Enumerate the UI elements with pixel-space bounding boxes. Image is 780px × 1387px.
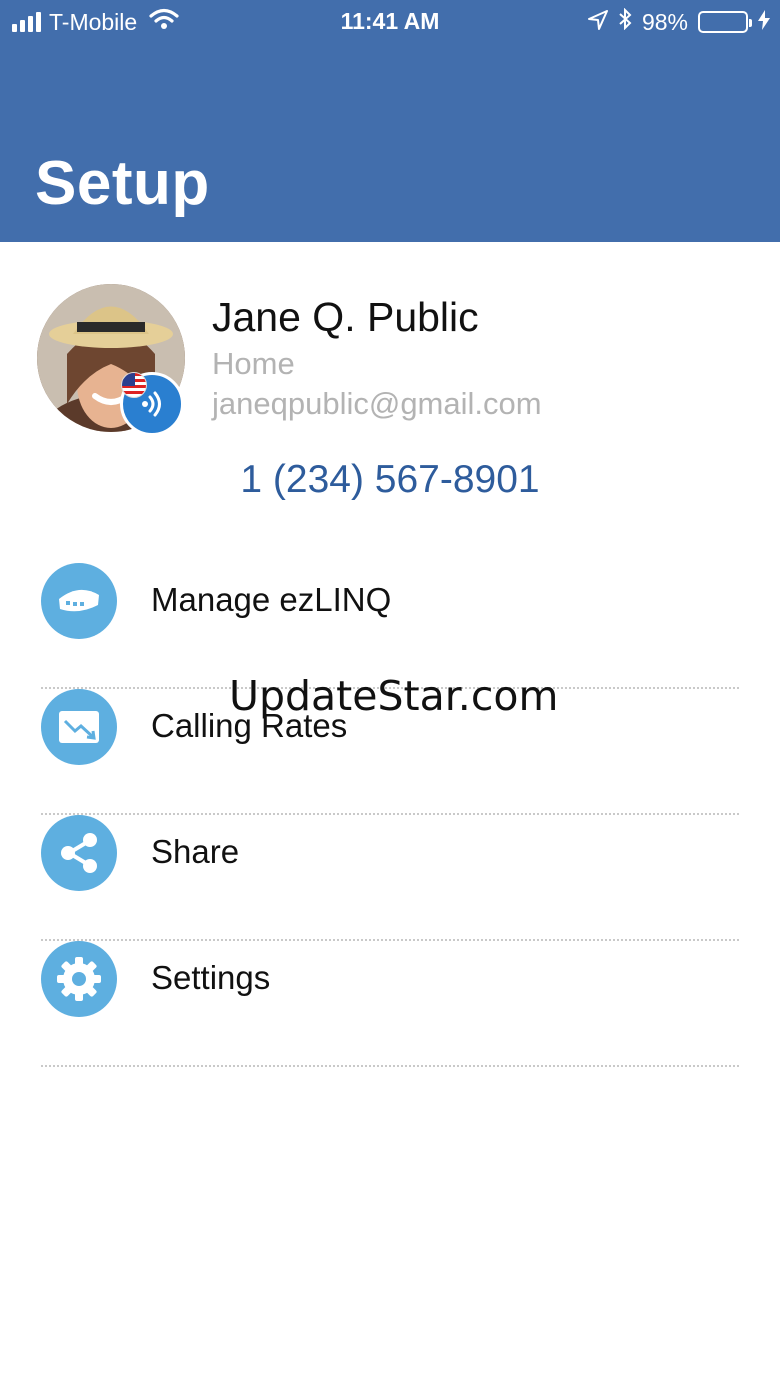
menu-item-manage-ezlinq[interactable]: Manage ezLINQ	[41, 563, 739, 689]
share-icon	[41, 815, 117, 891]
battery-icon	[698, 11, 752, 33]
menu-item-settings[interactable]: Settings	[41, 941, 739, 1067]
battery-percent: 98%	[641, 8, 688, 35]
profile-name: Jane Q. Public	[212, 294, 479, 340]
menu-label: Calling Rates	[151, 707, 348, 744]
us-flag-icon	[121, 372, 147, 398]
profile-phone-number[interactable]: 1 (234) 567-8901	[0, 458, 780, 502]
location-arrow-icon	[587, 9, 608, 36]
menu-item-share[interactable]: Share	[41, 815, 739, 941]
menu-label: Settings	[151, 959, 271, 996]
profile-email: janeqpublic@gmail.com	[212, 386, 542, 421]
charging-bolt-icon	[758, 9, 770, 36]
menu-label: Manage ezLINQ	[151, 581, 392, 618]
status-bar: T-Mobile 11:41 AM 98%	[0, 0, 780, 44]
ezlinq-device-icon	[41, 563, 117, 639]
bluetooth-icon	[618, 7, 632, 36]
header-bar: T-Mobile 11:41 AM 98% Setup	[0, 0, 780, 242]
status-right: 98%	[587, 7, 770, 36]
page-title: Setup	[35, 149, 210, 218]
profile-label: Home	[212, 346, 295, 381]
rates-chart-icon	[41, 689, 117, 765]
menu-item-calling-rates[interactable]: Calling Rates	[41, 689, 739, 815]
menu-label: Share	[151, 833, 240, 870]
gear-icon	[41, 941, 117, 1017]
